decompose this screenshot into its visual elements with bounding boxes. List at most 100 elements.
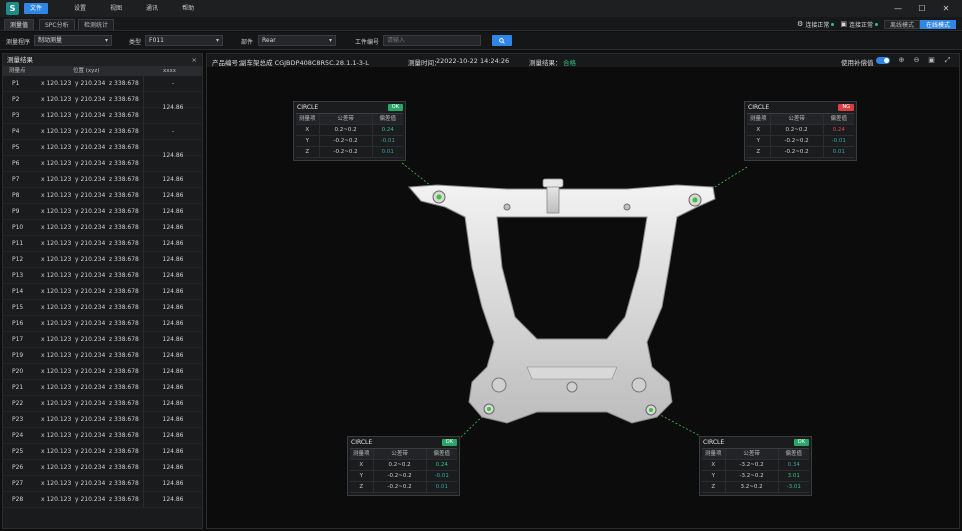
value-cell: -: [143, 124, 202, 140]
z-value: z 338.678: [109, 192, 139, 199]
close-icon[interactable]: ✕: [934, 4, 958, 13]
y-value: y 210.234: [75, 224, 106, 231]
tab-spc[interactable]: SPC分析: [39, 19, 75, 30]
value-cell: 124.86: [143, 492, 202, 508]
card-title: CIRCLE: [748, 104, 770, 111]
connection-status-2: ▣ 连接正常: [840, 20, 878, 29]
y-value: y 210.234: [75, 160, 106, 167]
zoom-out-icon[interactable]: ⊖: [912, 56, 921, 65]
program-select[interactable]: 制动测量 ▾: [34, 35, 112, 46]
axis-cell: Z: [747, 147, 771, 157]
robot-icon: ⚙: [797, 20, 804, 28]
tolerance-cell: -0.2~0.2: [320, 136, 373, 146]
subframe-body: [407, 178, 716, 424]
point-id: P27: [12, 480, 24, 487]
value-cell: 124.86: [143, 92, 202, 124]
z-value: z 338.678: [109, 256, 139, 263]
menu-view[interactable]: 视图: [98, 3, 134, 14]
card-table-row: Z -0.2~0.2 0.01: [296, 147, 403, 158]
y-value: y 210.234: [75, 128, 106, 135]
z-value: z 338.678: [109, 176, 139, 183]
menu-comm[interactable]: 通讯: [134, 3, 170, 14]
y-value: y 210.234: [75, 176, 106, 183]
column-header: 偏差值: [372, 114, 403, 124]
y-value: y 210.234: [75, 112, 106, 119]
z-value: z 338.678: [109, 80, 139, 87]
card-table: 测量项 公差带 偏差值 X -3.2~0.2 0.34 Y -3.2~0.2 3.01 Z 3.2~…: [702, 448, 809, 493]
side-select[interactable]: Rear ▾: [258, 35, 336, 46]
y-value: y 210.234: [75, 368, 106, 375]
y-value: y 210.234: [75, 336, 106, 343]
card-table-row: X 0.2~0.2 0.24: [296, 125, 403, 136]
compensation-toggle[interactable]: [876, 57, 890, 64]
x-value: x 120.123: [41, 224, 72, 231]
deviation-cell: 0.24: [435, 462, 448, 468]
y-value: y 210.234: [75, 496, 106, 503]
value-cell: 124.86: [143, 428, 202, 444]
minimize-icon[interactable]: —: [886, 4, 910, 13]
point-id: P16: [12, 320, 24, 327]
card-header: CIRCLE OK: [700, 437, 811, 448]
menu-help[interactable]: 帮助: [170, 3, 206, 14]
tolerance-cell: -0.2~0.2: [374, 482, 427, 492]
value-cell: 124.86: [143, 332, 202, 348]
fullscreen-icon[interactable]: ⤢: [943, 56, 952, 65]
z-value: z 338.678: [109, 272, 139, 279]
point-id: P17: [12, 336, 24, 343]
status-badge: OK: [441, 439, 457, 446]
close-icon[interactable]: ×: [192, 54, 197, 66]
x-value: x 120.123: [41, 480, 72, 487]
x-value: x 120.123: [41, 144, 72, 151]
card-table-header: 测量项 公差带 偏差值: [747, 114, 854, 125]
z-value: z 338.678: [109, 368, 139, 375]
point-id: P1: [12, 80, 20, 87]
x-value: x 120.123: [41, 176, 72, 183]
side-label: 部件: [241, 39, 254, 46]
connection-status-1: ⚙ 连接正常: [797, 20, 835, 29]
x-value: x 120.123: [41, 272, 72, 279]
y-value: y 210.234: [75, 144, 106, 151]
program-label: 测量程序: [6, 39, 31, 46]
tolerance-cell: -0.2~0.2: [771, 136, 824, 146]
fit-view-icon[interactable]: ▣: [927, 56, 936, 65]
axis-cell: Z: [350, 482, 374, 492]
zoom-in-icon[interactable]: ⊕: [897, 56, 906, 65]
column-header: 偏差值: [823, 114, 854, 124]
z-value: z 338.678: [109, 96, 139, 103]
x-value: x 120.123: [41, 368, 72, 375]
type-select[interactable]: F011 ▾: [145, 35, 223, 46]
card-title: CIRCLE: [703, 439, 725, 446]
x-value: x 120.123: [41, 432, 72, 439]
value-cell: 124.86: [143, 188, 202, 204]
axis-cell: Y: [702, 471, 726, 481]
results-panel-header: 测量结果 ×: [3, 54, 202, 66]
online-mode-button[interactable]: 在线模式: [919, 19, 956, 29]
column-header: 偏差值: [426, 449, 457, 459]
status-dot: [874, 22, 878, 26]
maximize-icon[interactable]: ☐: [910, 4, 934, 13]
card-table-row: X -3.2~0.2 0.34: [702, 460, 809, 471]
point-id: P12: [12, 256, 24, 263]
offline-mode-button[interactable]: 离线模式: [883, 19, 920, 29]
point-id: P7: [12, 176, 20, 183]
axis-cell: Y: [350, 471, 374, 481]
point-id: P6: [12, 160, 20, 167]
z-value: z 338.678: [109, 304, 139, 311]
point-id: P2: [12, 96, 20, 103]
status-area: ⚙ 连接正常 ▣ 连接正常 离线模式 在线模式: [797, 17, 956, 31]
search-button[interactable]: [492, 35, 512, 46]
tab-stats[interactable]: 检测统计: [78, 19, 115, 30]
serial-input[interactable]: 请输入: [383, 35, 481, 46]
tolerance-cell: 3.2~0.2: [726, 482, 779, 492]
z-value: z 338.678: [109, 400, 139, 407]
menu-settings[interactable]: 设置: [62, 3, 98, 14]
x-value: x 120.123: [41, 336, 72, 343]
z-value: z 338.678: [109, 496, 139, 503]
z-value: z 338.678: [109, 384, 139, 391]
axis-cell: X: [702, 460, 726, 470]
tolerance-cell: -0.2~0.2: [771, 147, 824, 157]
menu-file[interactable]: 文件: [24, 3, 49, 14]
value-cell: 124.86: [143, 380, 202, 396]
value-cell: 124.86: [143, 444, 202, 460]
tab-measure[interactable]: 测量值: [4, 19, 35, 30]
